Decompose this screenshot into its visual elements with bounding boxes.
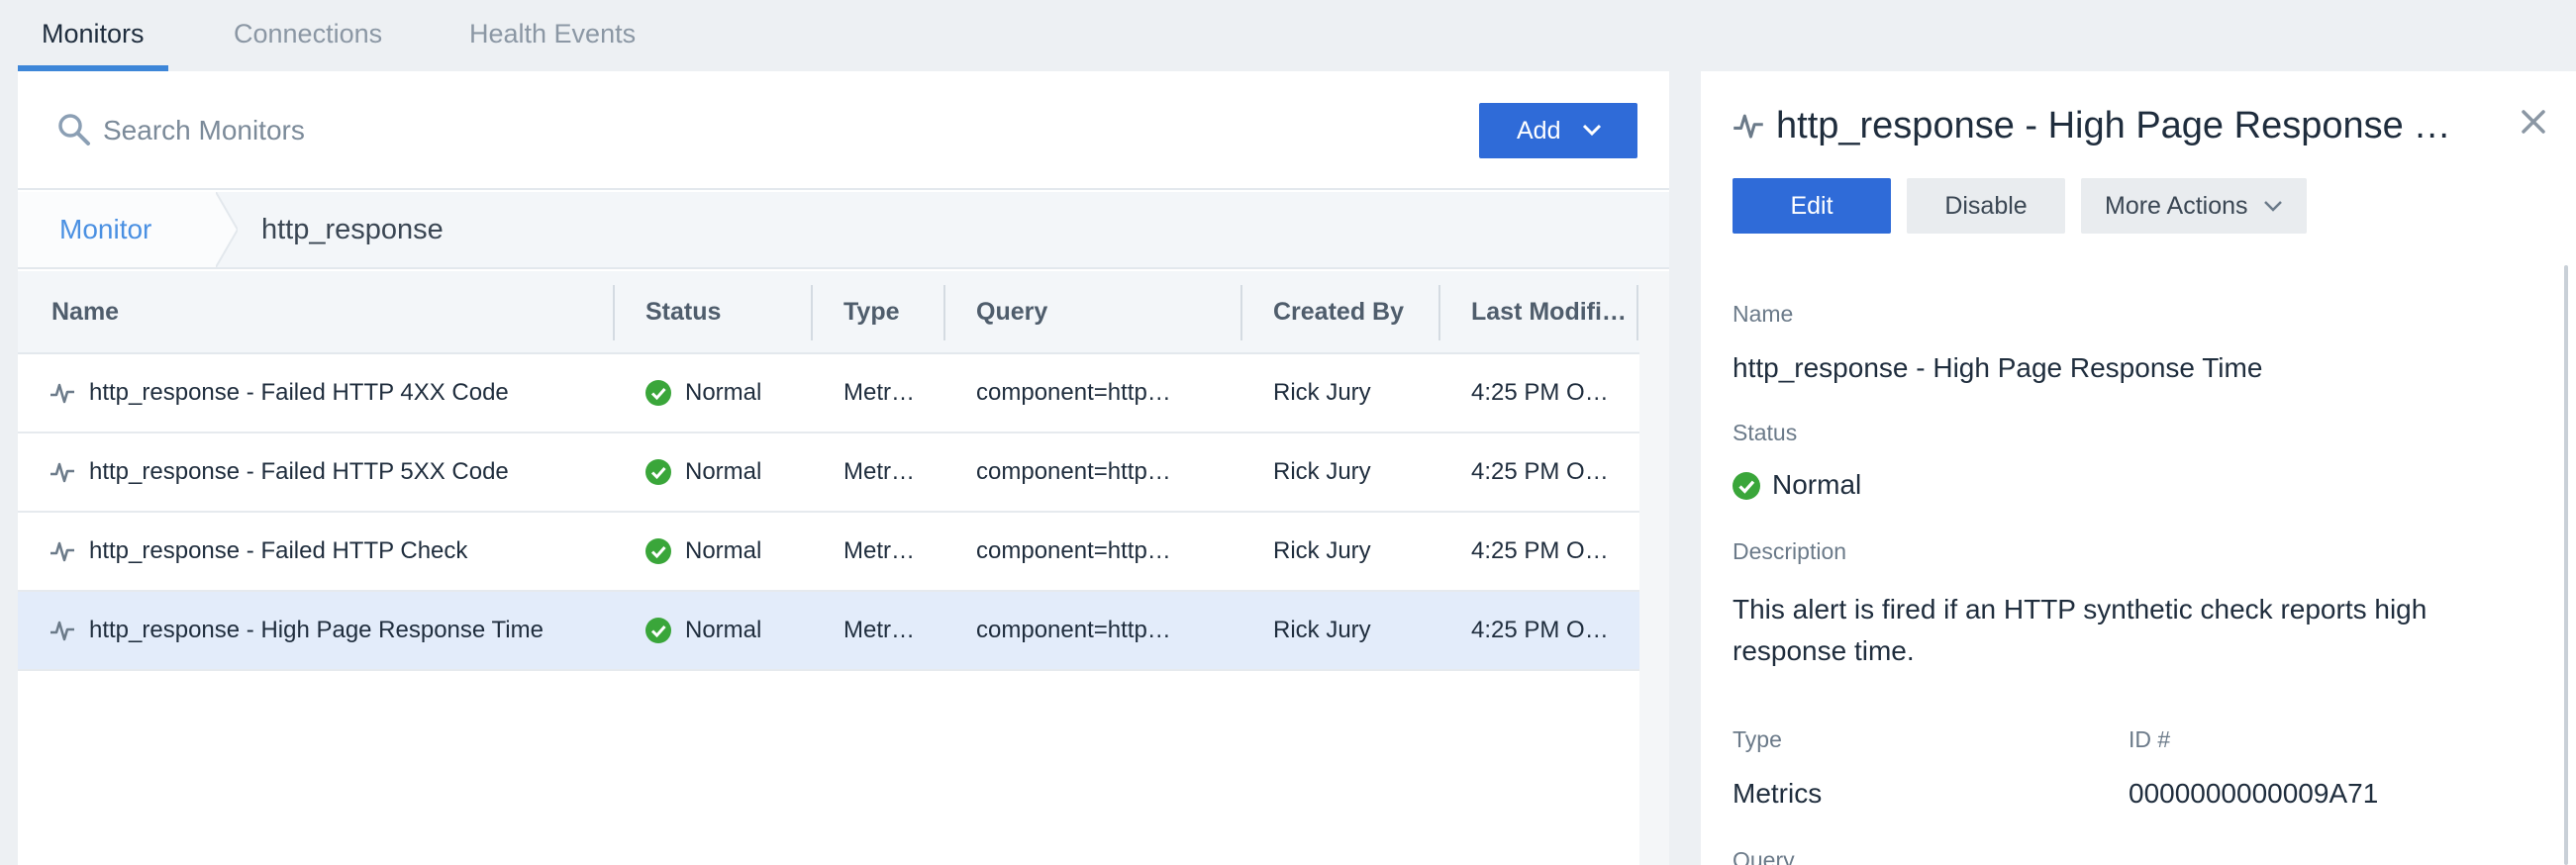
check-circle-icon — [1733, 472, 1760, 500]
monitors-table: Name Status Type Query Created By Last M… — [18, 271, 1639, 671]
pulse-icon — [50, 462, 74, 483]
tab-monitors[interactable]: Monitors — [18, 0, 168, 71]
more-actions-label: More Actions — [2105, 192, 2248, 220]
column-resizer[interactable] — [943, 285, 945, 340]
check-circle-icon — [645, 618, 671, 643]
column-resizer[interactable] — [1438, 285, 1440, 340]
chevron-down-icon — [2264, 201, 2282, 212]
cell-created-by: Rick Jury — [1273, 458, 1371, 485]
cell-name: http_response - Failed HTTP 4XX Code — [89, 379, 509, 406]
search-icon — [58, 114, 90, 145]
pulse-icon — [50, 383, 74, 404]
column-header-name[interactable]: Name — [51, 271, 606, 352]
tab-connections[interactable]: Connections — [210, 0, 406, 71]
field-value-type: Metrics — [1733, 778, 1823, 809]
table-header: Name Status Type Query Created By Last M… — [18, 271, 1639, 354]
cell-status: Normal — [685, 537, 762, 564]
cell-created-by: Rick Jury — [1273, 379, 1371, 406]
cell-name: http_response - Failed HTTP 5XX Code — [89, 458, 509, 485]
table-row[interactable]: http_response - Failed HTTP 5XX Code Nor… — [18, 433, 1639, 513]
column-header-type[interactable]: Type — [843, 271, 933, 352]
cell-name: http_response - Failed HTTP Check — [89, 537, 468, 564]
cell-query: component=http… — [976, 537, 1171, 564]
field-label-name: Name — [1733, 301, 1794, 327]
pulse-icon — [50, 621, 74, 641]
field-value-description: This alert is fired if an HTTP synthetic… — [1733, 594, 2427, 666]
breadcrumb-root[interactable]: Monitor — [18, 192, 216, 267]
scrollbar[interactable] — [2564, 265, 2568, 865]
cell-created-by: Rick Jury — [1273, 537, 1371, 564]
disable-button[interactable]: Disable — [1907, 178, 2065, 234]
cell-query: component=http… — [976, 458, 1171, 485]
column-resizer[interactable] — [613, 285, 615, 340]
cell-last-modified: 4:25 PM O… — [1471, 458, 1609, 485]
more-actions-button[interactable]: More Actions — [2081, 178, 2307, 234]
monitors-list-panel: Add Monitor http_response Name Status Ty… — [18, 71, 1669, 865]
cell-last-modified: 4:25 PM O… — [1471, 617, 1609, 643]
cell-last-modified: 4:25 PM O… — [1471, 537, 1609, 564]
column-resizer[interactable] — [811, 285, 813, 340]
cell-status: Normal — [685, 379, 762, 406]
column-resizer[interactable] — [1240, 285, 1242, 340]
table-row[interactable]: http_response - Failed HTTP 4XX Code Nor… — [18, 354, 1639, 433]
cell-status: Normal — [685, 458, 762, 485]
cell-name: http_response - High Page Response Time — [89, 617, 544, 643]
column-header-query[interactable]: Query — [976, 271, 1234, 352]
field-label-id: ID # — [2129, 726, 2171, 752]
field-label-description: Description — [1733, 538, 1847, 564]
column-resizer[interactable] — [1636, 285, 1638, 340]
edit-button[interactable]: Edit — [1733, 178, 1891, 234]
breadcrumb-separator — [216, 192, 238, 267]
search-bar: Add — [18, 71, 1669, 190]
cell-type: Metr… — [843, 458, 915, 485]
detail-title: http_response - High Page Response T… — [1776, 105, 2469, 146]
column-header-created-by[interactable]: Created By — [1273, 271, 1432, 352]
monitor-detail-panel: http_response - High Page Response T… Ed… — [1701, 71, 2576, 865]
cell-type: Metr… — [843, 379, 915, 406]
field-value-name: http_response - High Page Response Time — [1733, 352, 2263, 383]
cell-last-modified: 4:25 PM O… — [1471, 379, 1609, 406]
field-label-query: Query — [1733, 847, 1795, 865]
field-value-id: 0000000000009A71 — [2129, 778, 2379, 809]
cell-type: Metr… — [843, 537, 915, 564]
column-header-status[interactable]: Status — [645, 271, 804, 352]
close-icon[interactable] — [2519, 107, 2548, 137]
cell-query: component=http… — [976, 617, 1171, 643]
add-button[interactable]: Add — [1479, 103, 1637, 158]
check-circle-icon — [645, 538, 671, 564]
chevron-down-icon — [1582, 124, 1602, 137]
table-row-selected[interactable]: http_response - High Page Response Time … — [18, 592, 1639, 671]
table-scroll-gutter — [1639, 271, 1669, 865]
field-label-type: Type — [1733, 726, 1782, 752]
monitors-tab-bar: Monitors Connections Health Events — [0, 0, 1683, 71]
cell-query: component=http… — [976, 379, 1171, 406]
cell-created-by: Rick Jury — [1273, 617, 1371, 643]
search-input[interactable] — [103, 103, 994, 158]
tab-health-events[interactable]: Health Events — [446, 0, 659, 71]
add-button-label: Add — [1517, 117, 1561, 144]
check-circle-icon — [645, 459, 671, 485]
breadcrumb: Monitor http_response — [18, 192, 1669, 269]
field-label-status: Status — [1733, 420, 1798, 445]
column-header-last-modified[interactable]: Last Modifi… — [1471, 271, 1630, 352]
field-value-status: Normal — [1772, 469, 1862, 500]
check-circle-icon — [645, 380, 671, 406]
pulse-icon — [50, 541, 74, 562]
table-row[interactable]: http_response - Failed HTTP Check Normal… — [18, 513, 1639, 592]
breadcrumb-current: http_response — [261, 214, 444, 245]
cell-status: Normal — [685, 617, 762, 643]
pulse-icon — [1734, 114, 1763, 139]
cell-type: Metr… — [843, 617, 915, 643]
